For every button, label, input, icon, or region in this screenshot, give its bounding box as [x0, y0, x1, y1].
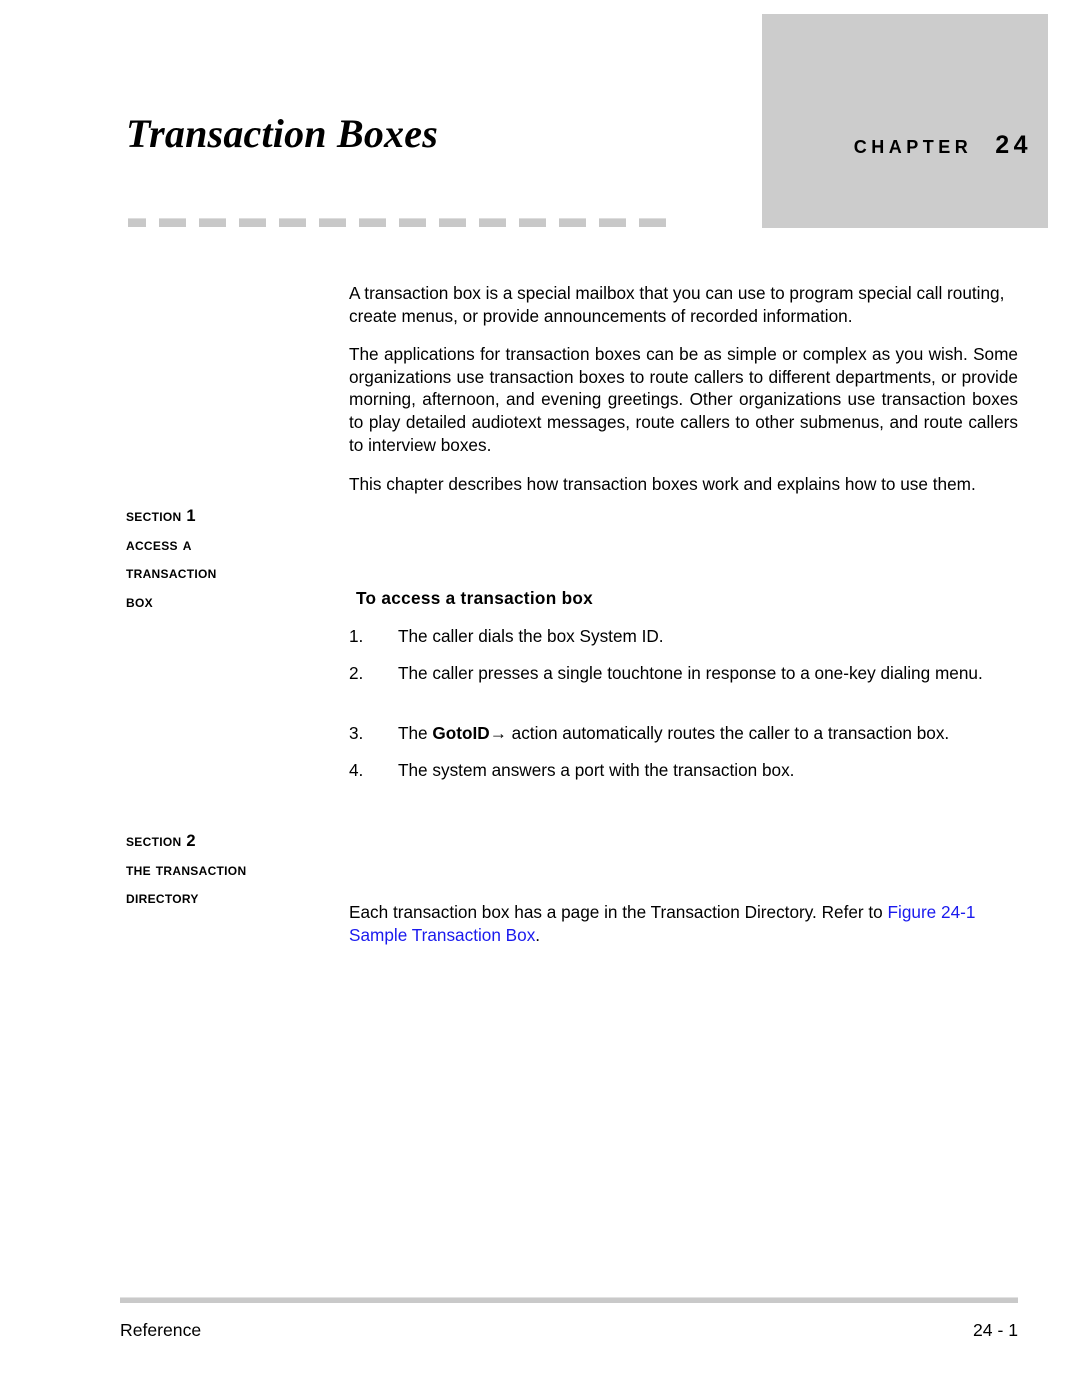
section-1-title-line-3: Box: [126, 592, 153, 611]
section-2-label: Section: [126, 832, 182, 850]
section-2-label-line: Section 2: [126, 827, 346, 856]
chapter-label-spacer: [972, 131, 995, 159]
section-2-text-before-link: Each transaction box has a page in the T…: [349, 902, 888, 923]
list-item-marker: 3.: [349, 723, 364, 743]
list-item-text: The system answers a port with the trans…: [398, 760, 795, 780]
decorative-dashed-rule: [128, 218, 758, 227]
chapter-number: 24: [995, 131, 1032, 159]
section-2-title-line-1: The Transaction: [126, 860, 247, 879]
right-arrow-icon: →: [489, 723, 507, 743]
list-item-marker: 1.: [349, 626, 364, 646]
rule-dash: [239, 218, 266, 227]
rule-dash: [599, 218, 626, 227]
section-1-title-line-2: Transaction: [126, 564, 217, 582]
rule-dash: [399, 218, 426, 227]
list-item-marker: 2.: [349, 663, 364, 683]
rule-dash: [479, 218, 506, 227]
footer-document-name: Reference: [120, 1320, 202, 1340]
section-1-number: 1: [186, 507, 196, 525]
intro-paragraph-2: The applications for transaction boxes c…: [349, 344, 1018, 455]
footer-divider: [120, 1297, 1018, 1303]
rule-dash: [199, 218, 226, 227]
list-item-text: The caller dials the box System ID.: [398, 626, 664, 646]
rule-dash: [159, 218, 186, 227]
list-item: 1. The caller dials the box System ID.: [349, 625, 1018, 648]
section-heading-1: Section 1 Access a Transaction Box: [126, 502, 346, 616]
chapter-label: Chapter: [853, 131, 973, 159]
footer-page-number: 24 - 1: [973, 1320, 1018, 1340]
page-title: Transaction Boxes: [126, 111, 438, 156]
section-1-title-line-1: Access a: [126, 535, 192, 554]
list-item: 4. The system answers a port with the tr…: [349, 759, 1018, 782]
procedure-heading: To access a transaction box: [356, 588, 594, 608]
rule-dash: [359, 218, 386, 227]
section-2-text-after-link: .: [535, 924, 541, 945]
section-2-title-line-2: Directory: [126, 889, 199, 907]
rule-dash: [279, 218, 306, 227]
rule-dash: [559, 218, 586, 227]
step-3-suffix: action automatically routes the caller t…: [506, 723, 950, 743]
rule-dash: [319, 218, 346, 227]
rule-dash: [519, 218, 546, 227]
rule-dash: [128, 218, 146, 227]
section-1-label-line: Section 1: [126, 502, 346, 531]
list-item: 3. The GotoID→ action automatically rout…: [349, 722, 1018, 745]
section-2-number: 2: [186, 832, 196, 850]
rule-dash: [639, 218, 666, 227]
step-3-prefix: The: [398, 723, 433, 743]
section-heading-2: Section 2 The Transaction Directory: [126, 827, 346, 913]
list-item: 2. The caller presses a single touchtone…: [349, 662, 1018, 685]
chapter-badge: Chapter 24: [762, 14, 1048, 228]
section-1-label: Section: [126, 507, 182, 525]
gotoid-term: GotoID: [432, 723, 490, 743]
rule-dash: [439, 218, 466, 227]
section-2-paragraph: Each transaction box has a page in the T…: [349, 901, 1018, 946]
intro-paragraph-1: A transaction box is a special mailbox t…: [349, 283, 1005, 326]
chapter-badge-text: Chapter 24: [762, 131, 1032, 160]
list-item-marker: 4.: [349, 760, 364, 780]
intro-paragraph-3: This chapter describes how transaction b…: [349, 474, 976, 495]
list-item-text: The GotoID→ action automatically routes …: [398, 722, 1018, 745]
document-page: Chapter 24 Transaction Boxes Section 1 A…: [0, 0, 1080, 1397]
list-item-text: The caller presses a single touchtone in…: [398, 663, 983, 683]
